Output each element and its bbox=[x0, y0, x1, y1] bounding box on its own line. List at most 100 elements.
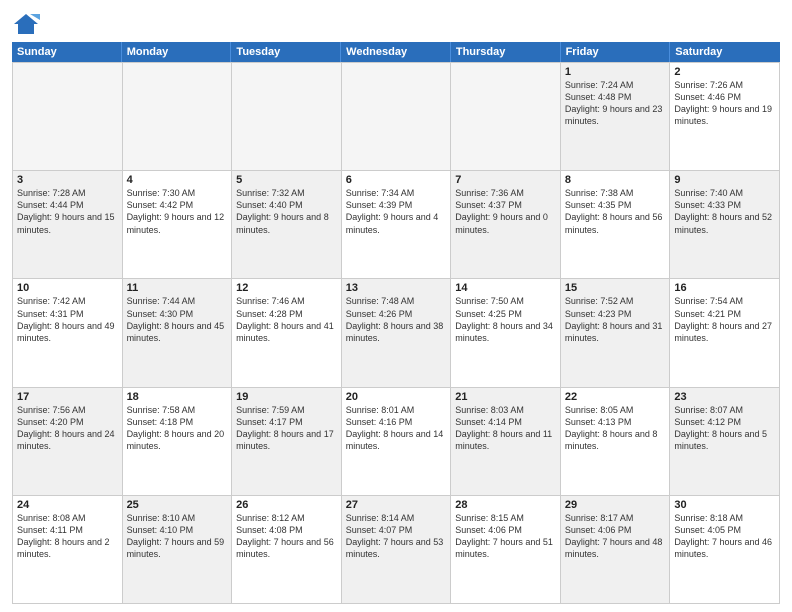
calendar-row-3: 17Sunrise: 7:56 AM Sunset: 4:20 PM Dayli… bbox=[13, 388, 780, 496]
day-cell-21: 21Sunrise: 8:03 AM Sunset: 4:14 PM Dayli… bbox=[451, 388, 561, 496]
day-number: 19 bbox=[236, 391, 337, 403]
day-cell-23: 23Sunrise: 8:07 AM Sunset: 4:12 PM Dayli… bbox=[670, 388, 780, 496]
day-cell-24: 24Sunrise: 8:08 AM Sunset: 4:11 PM Dayli… bbox=[13, 496, 123, 604]
day-cell-5: 5Sunrise: 7:32 AM Sunset: 4:40 PM Daylig… bbox=[232, 171, 342, 279]
day-cell-10: 10Sunrise: 7:42 AM Sunset: 4:31 PM Dayli… bbox=[13, 279, 123, 387]
day-cell-15: 15Sunrise: 7:52 AM Sunset: 4:23 PM Dayli… bbox=[561, 279, 671, 387]
day-cell-17: 17Sunrise: 7:56 AM Sunset: 4:20 PM Dayli… bbox=[13, 388, 123, 496]
day-cell-1: 1Sunrise: 7:24 AM Sunset: 4:48 PM Daylig… bbox=[561, 63, 671, 171]
day-number: 5 bbox=[236, 174, 337, 186]
day-info: Sunrise: 7:54 AM Sunset: 4:21 PM Dayligh… bbox=[674, 295, 775, 344]
calendar-row-2: 10Sunrise: 7:42 AM Sunset: 4:31 PM Dayli… bbox=[13, 279, 780, 387]
header-day-sunday: Sunday bbox=[12, 42, 122, 62]
day-cell-19: 19Sunrise: 7:59 AM Sunset: 4:17 PM Dayli… bbox=[232, 388, 342, 496]
day-cell-16: 16Sunrise: 7:54 AM Sunset: 4:21 PM Dayli… bbox=[670, 279, 780, 387]
day-cell-30: 30Sunrise: 8:18 AM Sunset: 4:05 PM Dayli… bbox=[670, 496, 780, 604]
day-number: 8 bbox=[565, 174, 666, 186]
day-info: Sunrise: 7:58 AM Sunset: 4:18 PM Dayligh… bbox=[127, 404, 228, 453]
day-number: 10 bbox=[17, 282, 118, 294]
day-cell-4: 4Sunrise: 7:30 AM Sunset: 4:42 PM Daylig… bbox=[123, 171, 233, 279]
header-day-friday: Friday bbox=[561, 42, 671, 62]
day-info: Sunrise: 7:28 AM Sunset: 4:44 PM Dayligh… bbox=[17, 187, 118, 236]
day-cell-3: 3Sunrise: 7:28 AM Sunset: 4:44 PM Daylig… bbox=[13, 171, 123, 279]
day-number: 22 bbox=[565, 391, 666, 403]
day-number: 17 bbox=[17, 391, 118, 403]
header-day-thursday: Thursday bbox=[451, 42, 561, 62]
day-number: 26 bbox=[236, 499, 337, 511]
empty-cell-0-0 bbox=[13, 63, 123, 171]
day-number: 20 bbox=[346, 391, 447, 403]
day-info: Sunrise: 8:03 AM Sunset: 4:14 PM Dayligh… bbox=[455, 404, 556, 453]
day-info: Sunrise: 8:15 AM Sunset: 4:06 PM Dayligh… bbox=[455, 512, 556, 561]
day-cell-20: 20Sunrise: 8:01 AM Sunset: 4:16 PM Dayli… bbox=[342, 388, 452, 496]
day-cell-26: 26Sunrise: 8:12 AM Sunset: 4:08 PM Dayli… bbox=[232, 496, 342, 604]
day-info: Sunrise: 7:59 AM Sunset: 4:17 PM Dayligh… bbox=[236, 404, 337, 453]
empty-cell-0-4 bbox=[451, 63, 561, 171]
day-info: Sunrise: 7:44 AM Sunset: 4:30 PM Dayligh… bbox=[127, 295, 228, 344]
header bbox=[12, 10, 780, 38]
day-cell-9: 9Sunrise: 7:40 AM Sunset: 4:33 PM Daylig… bbox=[670, 171, 780, 279]
day-number: 6 bbox=[346, 174, 447, 186]
day-number: 3 bbox=[17, 174, 118, 186]
calendar-body: 1Sunrise: 7:24 AM Sunset: 4:48 PM Daylig… bbox=[12, 62, 780, 604]
header-day-wednesday: Wednesday bbox=[341, 42, 451, 62]
day-info: Sunrise: 7:34 AM Sunset: 4:39 PM Dayligh… bbox=[346, 187, 447, 236]
day-info: Sunrise: 8:12 AM Sunset: 4:08 PM Dayligh… bbox=[236, 512, 337, 561]
day-cell-28: 28Sunrise: 8:15 AM Sunset: 4:06 PM Dayli… bbox=[451, 496, 561, 604]
day-number: 14 bbox=[455, 282, 556, 294]
empty-cell-0-2 bbox=[232, 63, 342, 171]
day-info: Sunrise: 7:26 AM Sunset: 4:46 PM Dayligh… bbox=[674, 79, 775, 128]
day-number: 7 bbox=[455, 174, 556, 186]
day-number: 24 bbox=[17, 499, 118, 511]
day-cell-2: 2Sunrise: 7:26 AM Sunset: 4:46 PM Daylig… bbox=[670, 63, 780, 171]
day-number: 29 bbox=[565, 499, 666, 511]
day-cell-14: 14Sunrise: 7:50 AM Sunset: 4:25 PM Dayli… bbox=[451, 279, 561, 387]
calendar: SundayMondayTuesdayWednesdayThursdayFrid… bbox=[12, 42, 780, 604]
day-cell-7: 7Sunrise: 7:36 AM Sunset: 4:37 PM Daylig… bbox=[451, 171, 561, 279]
day-info: Sunrise: 8:05 AM Sunset: 4:13 PM Dayligh… bbox=[565, 404, 666, 453]
day-number: 1 bbox=[565, 66, 666, 78]
day-number: 28 bbox=[455, 499, 556, 511]
day-number: 11 bbox=[127, 282, 228, 294]
day-number: 27 bbox=[346, 499, 447, 511]
header-day-monday: Monday bbox=[122, 42, 232, 62]
day-number: 9 bbox=[674, 174, 775, 186]
empty-cell-0-3 bbox=[342, 63, 452, 171]
logo-icon bbox=[12, 10, 40, 38]
day-cell-12: 12Sunrise: 7:46 AM Sunset: 4:28 PM Dayli… bbox=[232, 279, 342, 387]
empty-cell-0-1 bbox=[123, 63, 233, 171]
day-number: 16 bbox=[674, 282, 775, 294]
day-info: Sunrise: 7:32 AM Sunset: 4:40 PM Dayligh… bbox=[236, 187, 337, 236]
day-cell-6: 6Sunrise: 7:34 AM Sunset: 4:39 PM Daylig… bbox=[342, 171, 452, 279]
calendar-row-1: 3Sunrise: 7:28 AM Sunset: 4:44 PM Daylig… bbox=[13, 171, 780, 279]
day-cell-25: 25Sunrise: 8:10 AM Sunset: 4:10 PM Dayli… bbox=[123, 496, 233, 604]
day-info: Sunrise: 7:40 AM Sunset: 4:33 PM Dayligh… bbox=[674, 187, 775, 236]
day-cell-18: 18Sunrise: 7:58 AM Sunset: 4:18 PM Dayli… bbox=[123, 388, 233, 496]
day-info: Sunrise: 7:46 AM Sunset: 4:28 PM Dayligh… bbox=[236, 295, 337, 344]
day-info: Sunrise: 8:01 AM Sunset: 4:16 PM Dayligh… bbox=[346, 404, 447, 453]
day-number: 25 bbox=[127, 499, 228, 511]
day-number: 12 bbox=[236, 282, 337, 294]
day-info: Sunrise: 8:07 AM Sunset: 4:12 PM Dayligh… bbox=[674, 404, 775, 453]
day-cell-27: 27Sunrise: 8:14 AM Sunset: 4:07 PM Dayli… bbox=[342, 496, 452, 604]
day-info: Sunrise: 7:24 AM Sunset: 4:48 PM Dayligh… bbox=[565, 79, 666, 128]
day-info: Sunrise: 8:18 AM Sunset: 4:05 PM Dayligh… bbox=[674, 512, 775, 561]
day-number: 13 bbox=[346, 282, 447, 294]
day-info: Sunrise: 7:56 AM Sunset: 4:20 PM Dayligh… bbox=[17, 404, 118, 453]
day-number: 18 bbox=[127, 391, 228, 403]
day-info: Sunrise: 7:30 AM Sunset: 4:42 PM Dayligh… bbox=[127, 187, 228, 236]
day-info: Sunrise: 7:38 AM Sunset: 4:35 PM Dayligh… bbox=[565, 187, 666, 236]
calendar-row-0: 1Sunrise: 7:24 AM Sunset: 4:48 PM Daylig… bbox=[13, 63, 780, 171]
day-info: Sunrise: 7:50 AM Sunset: 4:25 PM Dayligh… bbox=[455, 295, 556, 344]
day-cell-29: 29Sunrise: 8:17 AM Sunset: 4:06 PM Dayli… bbox=[561, 496, 671, 604]
header-day-tuesday: Tuesday bbox=[231, 42, 341, 62]
day-info: Sunrise: 8:08 AM Sunset: 4:11 PM Dayligh… bbox=[17, 512, 118, 561]
day-info: Sunrise: 8:14 AM Sunset: 4:07 PM Dayligh… bbox=[346, 512, 447, 561]
day-number: 30 bbox=[674, 499, 775, 511]
day-number: 4 bbox=[127, 174, 228, 186]
page: SundayMondayTuesdayWednesdayThursdayFrid… bbox=[0, 0, 792, 612]
day-info: Sunrise: 7:42 AM Sunset: 4:31 PM Dayligh… bbox=[17, 295, 118, 344]
header-day-saturday: Saturday bbox=[670, 42, 780, 62]
calendar-row-4: 24Sunrise: 8:08 AM Sunset: 4:11 PM Dayli… bbox=[13, 496, 780, 604]
day-info: Sunrise: 8:10 AM Sunset: 4:10 PM Dayligh… bbox=[127, 512, 228, 561]
